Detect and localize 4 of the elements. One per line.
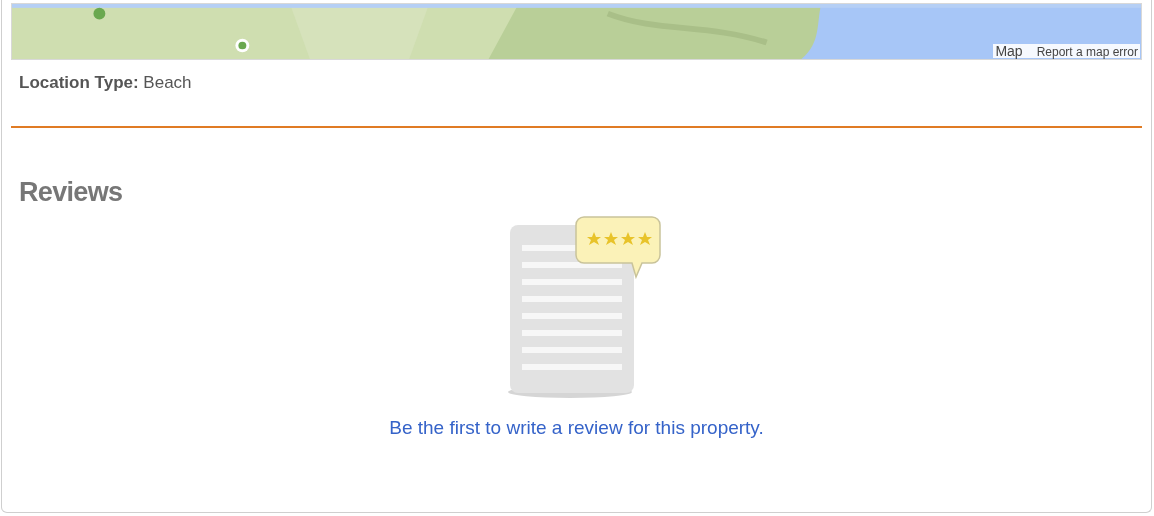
map-attribution: Map xyxy=(995,44,1023,58)
reviews-heading: Reviews xyxy=(19,175,124,209)
location-type-text: Location Type: Beach xyxy=(19,72,193,94)
write-review-link[interactable]: Be the first to write a review for this property. xyxy=(389,414,764,443)
